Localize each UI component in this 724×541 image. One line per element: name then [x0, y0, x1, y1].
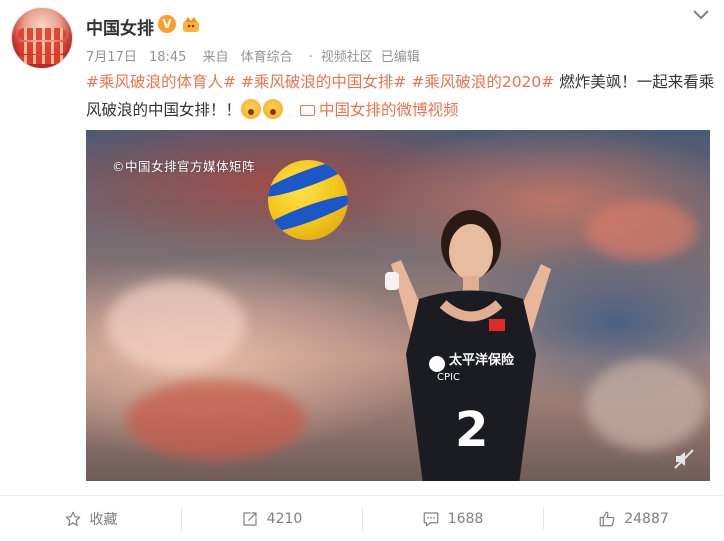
favorite-label: 收藏 [89, 511, 118, 528]
repost-count: 4210 [266, 510, 303, 527]
volleyball [268, 160, 348, 240]
mute-icon[interactable] [672, 447, 696, 471]
crowd-blur [126, 380, 306, 460]
hashtag-link[interactable]: #乘风破浪的中国女排# [241, 73, 406, 91]
post-meta: 7月17日 18:45 来自 体育综合 · 视频社区 已编辑 [86, 46, 428, 65]
favorite-button[interactable]: 收藏 [0, 496, 181, 541]
crowd-blur [106, 280, 246, 370]
video-link[interactable]: 中国女排的微博视频 [299, 101, 458, 119]
like-button[interactable]: 24887 [543, 496, 724, 541]
crowd-blur [586, 200, 696, 260]
author-name[interactable]: 中国女排 [86, 14, 154, 39]
action-bar: 收藏 4210 1688 24887 [0, 496, 724, 541]
separator: · [308, 50, 313, 65]
repost-button[interactable]: 4210 [181, 496, 362, 541]
repost-icon [243, 511, 257, 526]
video-watermark: ©中国女排官方媒体矩阵 [112, 159, 256, 174]
chevron-down-icon[interactable] [691, 8, 711, 22]
jersey-sponsor: 太平洋保险 [448, 352, 515, 368]
jersey-number: 2 [455, 402, 488, 458]
avatar[interactable] [11, 7, 73, 69]
star-icon [65, 511, 80, 526]
crowd-blur [586, 360, 706, 450]
video-icon [299, 105, 315, 116]
hashtag-link[interactable]: #乘风破浪的体育人# [86, 73, 236, 91]
hashtag-link[interactable]: #乘风破浪的2020# [411, 73, 554, 91]
comment-count: 1688 [447, 510, 484, 527]
like-icon [599, 511, 615, 526]
edited-label[interactable]: 已编辑 [381, 50, 420, 65]
like-count: 24887 [624, 510, 669, 527]
member-crown-icon[interactable] [181, 14, 201, 34]
comment-button[interactable]: 1688 [362, 496, 543, 541]
comment-icon [423, 511, 439, 526]
player-figure: 太平洋保险 CPIC 2 [385, 210, 551, 481]
scared-emoji-icon [263, 99, 284, 119]
post-date[interactable]: 7月17日 18:45 [86, 50, 194, 65]
scared-emoji-icon [241, 99, 262, 119]
community-link[interactable]: 视频社区 [321, 50, 373, 65]
jersey-sponsor-en: CPIC [437, 372, 460, 383]
post-text: #乘风破浪的体育人# #乘风破浪的中国女排# #乘风破浪的2020# 燃炸美飒！… [86, 68, 716, 124]
verified-badge: V [158, 15, 176, 33]
post-source: 来自 体育综合 [202, 50, 293, 65]
video-player[interactable]: ©中国女排官方媒体矩阵 太平洋保险 CPIC 2 [86, 130, 710, 481]
